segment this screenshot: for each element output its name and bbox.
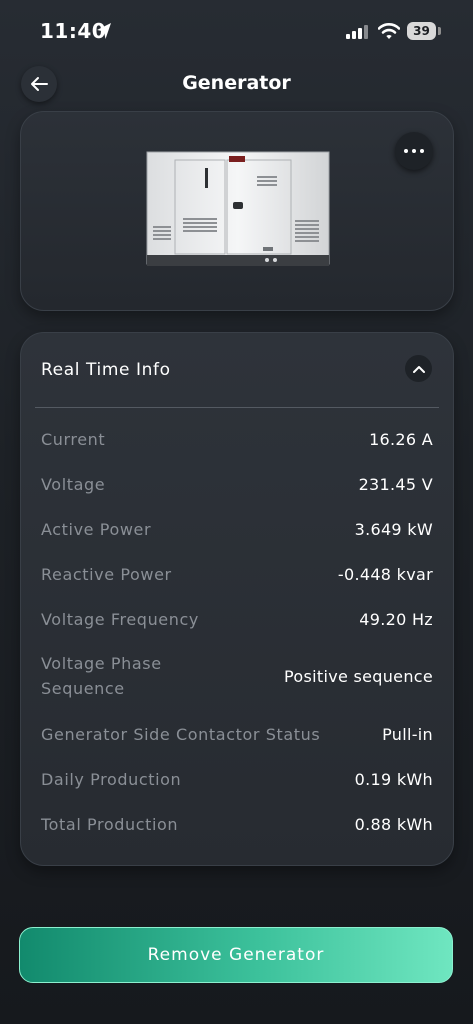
info-label: Active Power [41, 520, 152, 539]
info-label: Voltage Frequency [41, 610, 199, 629]
info-label: Total Production [41, 815, 179, 834]
info-value: 0.19 kWh [354, 770, 433, 789]
cellular-signal-icon [346, 25, 368, 39]
info-value: 49.20 Hz [359, 610, 433, 629]
chevron-up-icon [412, 365, 425, 373]
info-row-current: Current 16.26 A [41, 427, 433, 452]
info-label: Reactive Power [41, 565, 172, 584]
generator-image [146, 151, 330, 266]
more-options-button[interactable] [395, 132, 433, 170]
info-value: Pull-in [382, 725, 433, 744]
info-row-voltage-frequency: Voltage Frequency 49.20 Hz [41, 607, 433, 632]
collapse-button[interactable] [405, 355, 432, 382]
battery-indicator: 39 [407, 22, 436, 40]
page-title: Generator [182, 72, 291, 94]
wifi-icon [378, 23, 400, 39]
info-value: 16.26 A [369, 430, 433, 449]
info-row-daily-production: Daily Production 0.19 kWh [41, 767, 433, 792]
location-arrow-icon [97, 23, 111, 39]
info-label: Current [41, 430, 106, 449]
info-row-contactor-status: Generator Side Contactor Status Pull-in [41, 722, 433, 747]
battery-tip [438, 27, 441, 35]
info-label: Voltage Phase Sequence [41, 654, 162, 698]
info-row-voltage-phase-sequence: Voltage Phase Sequence Positive sequence [41, 651, 433, 701]
info-row-reactive-power: Reactive Power -0.448 kvar [41, 562, 433, 587]
info-label: Generator Side Contactor Status [41, 725, 321, 744]
info-label: Daily Production [41, 770, 182, 789]
status-bar: 11:40 39 [0, 0, 473, 60]
info-value: -0.448 kvar [337, 565, 433, 584]
info-row-active-power: Active Power 3.649 kW [41, 517, 433, 542]
info-value: 3.649 kW [354, 520, 433, 539]
real-time-info-card: Real Time Info Current 16.26 A Voltage 2… [20, 332, 454, 866]
info-value: 0.88 kWh [354, 815, 433, 834]
real-time-info-title: Real Time Info [41, 360, 171, 380]
info-divider [35, 407, 439, 408]
info-row-total-production: Total Production 0.88 kWh [41, 812, 433, 837]
generator-image-card [20, 111, 454, 311]
info-value: Positive sequence [284, 666, 433, 686]
remove-generator-button[interactable]: Remove Generator [19, 927, 453, 983]
info-label: Voltage [41, 475, 106, 494]
ellipsis-icon [404, 149, 424, 153]
info-row-voltage: Voltage 231.45 V [41, 472, 433, 497]
info-value: 231.45 V [358, 475, 433, 494]
